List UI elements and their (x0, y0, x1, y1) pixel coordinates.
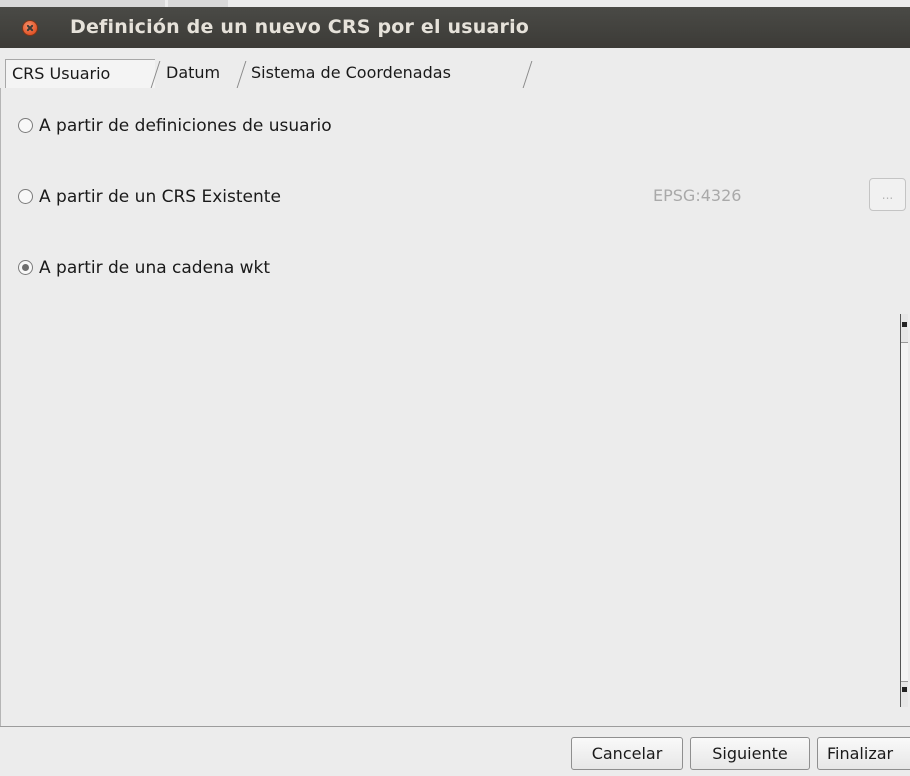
option-label: A partir de un CRS Existente (39, 187, 281, 207)
tab-label: Datum (166, 63, 221, 82)
radio-button[interactable] (18, 189, 33, 204)
tab-label: CRS Usuario (12, 64, 111, 83)
existing-crs-code: EPSG:4326 (653, 186, 742, 205)
wkt-text-area[interactable] (10, 310, 906, 708)
crs-definition-window: Definición de un nuevo CRS por el usuari… (0, 0, 910, 776)
browse-crs-button[interactable]: ... (869, 178, 906, 211)
tab-label: Sistema de Coordenadas (251, 63, 451, 82)
option-label: A partir de una cadena wkt (39, 258, 271, 278)
crs-usuario-panel: A partir de definiciones de usuario A pa… (0, 88, 910, 726)
tab-crs-usuario[interactable]: CRS Usuario (5, 59, 155, 88)
tab-strip: CRS Usuario Datum Sistema de Coordenadas (0, 48, 910, 90)
wkt-vertical-scrollbar[interactable] (900, 314, 908, 707)
option-label: A partir de definiciones de usuario (39, 116, 332, 136)
option-existing-crs[interactable]: A partir de un CRS Existente (18, 186, 281, 208)
tab-sistema-de-coordenadas[interactable]: Sistema de Coordenadas (245, 59, 535, 88)
radio-button-checked[interactable] (18, 260, 33, 275)
radio-button[interactable] (18, 118, 33, 133)
tab-datum[interactable]: Datum (160, 59, 240, 88)
window-title: Definición de un nuevo CRS por el usuari… (70, 16, 530, 38)
scroll-up-icon[interactable] (902, 322, 907, 327)
scrollbar-thumb[interactable] (901, 342, 908, 682)
title-bar: Definición de un nuevo CRS por el usuari… (0, 7, 910, 48)
scroll-down-icon[interactable] (902, 687, 907, 692)
finish-button[interactable]: Finalizar (817, 737, 910, 770)
next-button[interactable]: Siguiente (690, 737, 810, 770)
close-window-button[interactable] (22, 20, 38, 36)
cancel-button[interactable]: Cancelar (571, 737, 683, 770)
footer-button-bar: Cancelar Siguiente Finalizar (0, 727, 910, 776)
option-wkt-string[interactable]: A partir de una cadena wkt (18, 257, 270, 279)
option-user-definitions[interactable]: A partir de definiciones de usuario (18, 115, 332, 137)
desktop-strip (0, 0, 910, 7)
